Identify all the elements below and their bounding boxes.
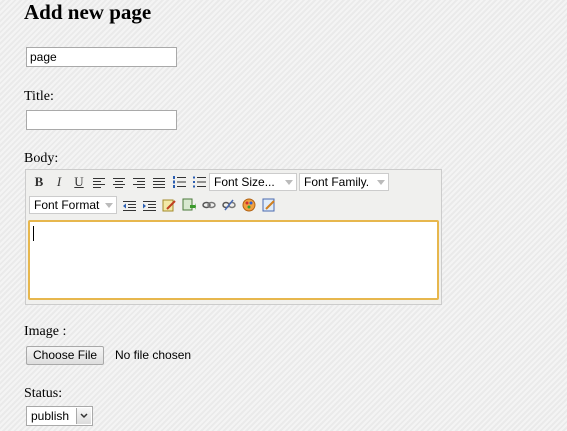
align-right-button[interactable]	[129, 172, 149, 192]
font-format-label: Font Format	[34, 198, 100, 212]
slug-input[interactable]	[26, 47, 177, 67]
align-left-button[interactable]	[89, 172, 109, 192]
chevron-down-icon	[377, 180, 385, 185]
title-input[interactable]	[26, 110, 177, 130]
align-right-icon	[133, 177, 145, 188]
status-label: Status:	[24, 386, 63, 401]
font-size-label: Font Size...	[214, 175, 275, 189]
rich-text-editor: B I U Font Size... Font Family. Font For…	[25, 169, 442, 305]
outdent-button[interactable]	[119, 195, 139, 215]
body-label: Body:	[24, 151, 59, 166]
file-status-text: No file chosen	[115, 348, 192, 362]
bold-button[interactable]: B	[29, 172, 49, 192]
status-select[interactable]: publish	[26, 406, 93, 426]
unlink-icon	[222, 199, 236, 211]
text-cursor	[33, 226, 34, 241]
font-format-select[interactable]: Font Format	[29, 196, 117, 214]
font-family-label: Font Family.	[304, 175, 370, 189]
italic-button[interactable]: I	[49, 172, 69, 192]
image-label: Image :	[24, 324, 67, 339]
indent-icon	[142, 200, 156, 211]
title-label: Title:	[24, 89, 54, 104]
outdent-icon	[122, 200, 136, 211]
underline-button[interactable]: U	[69, 172, 89, 192]
editor-toolbar-row-1: B I U Font Size... Font Family.	[29, 171, 391, 193]
align-left-icon	[93, 177, 105, 188]
chevron-down-icon	[76, 408, 91, 424]
choose-file-button[interactable]: Choose File	[26, 346, 105, 365]
justify-button[interactable]	[149, 172, 169, 192]
insert-icon	[182, 198, 196, 212]
numbered-list-button[interactable]	[169, 172, 189, 192]
status-selected-value: publish	[31, 409, 70, 423]
unlink-button[interactable]	[219, 195, 239, 215]
font-family-select[interactable]: Font Family.	[299, 173, 389, 191]
image-edit-button[interactable]	[259, 195, 279, 215]
color-icon	[242, 198, 256, 212]
link-button[interactable]	[199, 195, 219, 215]
chevron-down-icon	[105, 203, 113, 208]
edit-button[interactable]	[159, 195, 179, 215]
bullet-list-button[interactable]	[189, 172, 209, 192]
editor-content-area[interactable]	[28, 220, 439, 300]
align-center-button[interactable]	[109, 172, 129, 192]
font-size-select[interactable]: Font Size...	[209, 173, 297, 191]
image-edit-icon	[262, 198, 276, 212]
page-title: Add new page	[24, 0, 152, 24]
numbered-list-icon	[172, 176, 186, 188]
link-icon	[202, 199, 216, 211]
edit-icon	[162, 198, 176, 212]
color-button[interactable]	[239, 195, 259, 215]
editor-toolbar-row-2: Font Format	[29, 194, 279, 216]
insert-button[interactable]	[179, 195, 199, 215]
indent-button[interactable]	[139, 195, 159, 215]
align-center-icon	[113, 177, 125, 188]
chevron-down-icon	[285, 180, 293, 185]
bullet-list-icon	[192, 176, 206, 188]
justify-icon	[153, 177, 165, 188]
